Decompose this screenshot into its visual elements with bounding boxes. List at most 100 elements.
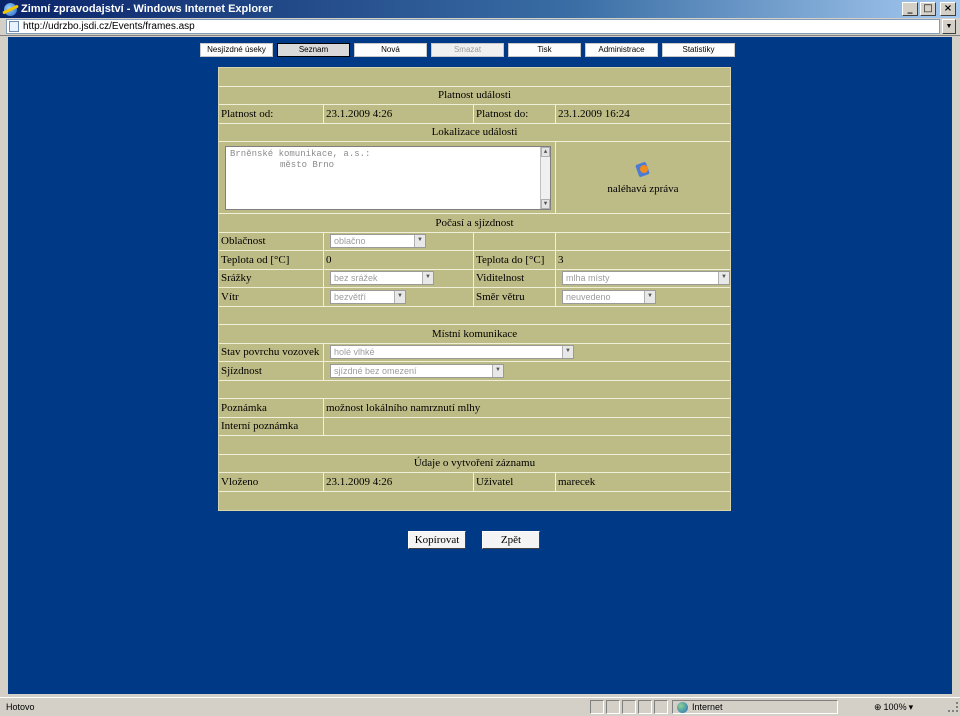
- chevron-down-icon[interactable]: ▼: [492, 364, 503, 377]
- section-header-validity: Platnost události: [219, 87, 730, 105]
- cloud-cell: oblačno ▼: [324, 232, 474, 250]
- valid-to-value: 23.1.2009 16:24: [558, 107, 630, 120]
- zoom-icon: ⊕: [874, 701, 882, 712]
- resize-grip-icon[interactable]: [948, 702, 958, 712]
- address-input[interactable]: http://udrzbo.jsdi.cz/Events/frames.asp: [6, 19, 940, 34]
- chevron-down-icon[interactable]: ▼: [414, 235, 425, 248]
- nav-new[interactable]: Nová: [354, 43, 427, 57]
- cloud-select[interactable]: oblačno ▼: [330, 234, 426, 249]
- globe-icon: [677, 701, 688, 713]
- created-value: 23.1.2009 4:26: [324, 473, 474, 491]
- chevron-down-icon[interactable]: ▼: [718, 272, 729, 285]
- status-text: Hotovo: [6, 702, 35, 712]
- window-titlebar: Zimní zpravodajství - Windows Internet E…: [0, 0, 960, 18]
- note-value: možnost lokálního namrznutí mlhy: [326, 401, 481, 414]
- urgent-message-cell[interactable]: naléhavá zpráva: [555, 142, 730, 213]
- address-dropdown-button[interactable]: ▼: [942, 19, 956, 34]
- status-segment: [638, 700, 652, 714]
- surface-select-value: holé vlhké: [334, 347, 375, 358]
- location-scrollbar[interactable]: ▲ ▼: [540, 147, 550, 209]
- back-button[interactable]: Zpět: [482, 531, 540, 549]
- section-header-record: Údaje o vytvoření záznamu: [219, 455, 730, 473]
- passability-select[interactable]: sjízdné bez omezení ▼: [330, 363, 504, 378]
- scroll-down-icon[interactable]: ▼: [541, 199, 550, 209]
- visibility-label: Viditelnost: [474, 269, 556, 287]
- window-title: Zimní zpravodajství - Windows Internet E…: [21, 3, 273, 15]
- location-textarea[interactable]: Brněnské komunikace, a.s.: město Brno ▲ …: [225, 146, 551, 210]
- copy-button[interactable]: Kopírovat: [408, 531, 466, 549]
- nav-statistics[interactable]: Statistiky: [662, 43, 735, 57]
- wind-row: Vítr bezvětří ▼ Směr větru neuvedeno ▼: [219, 288, 730, 307]
- chevron-down-icon[interactable]: ▼: [422, 272, 433, 285]
- wind-select[interactable]: bezvětří ▼: [330, 289, 406, 304]
- page-viewport: Nesjízdné úseky Seznam Nová Smazat Tisk …: [8, 37, 952, 694]
- action-buttons: Kopírovat Zpět: [408, 531, 540, 549]
- scroll-up-icon[interactable]: ▲: [541, 147, 550, 157]
- visibility-cell: mlha místy ▼: [556, 270, 730, 288]
- surface-select[interactable]: holé vlhké ▼: [330, 345, 574, 360]
- surface-cell: holé vlhké ▼: [324, 344, 730, 362]
- spacer-row: [219, 68, 730, 87]
- section-header-weather: Počasí a sjízdnost: [219, 214, 730, 233]
- nav-impassable-sections[interactable]: Nesjízdné úseky: [200, 43, 273, 57]
- surface-label: Stav povrchu vozovek: [219, 343, 324, 361]
- page-icon: [9, 21, 19, 32]
- location-row: Brněnské komunikace, a.s.: město Brno ▲ …: [219, 142, 730, 214]
- status-segment: [622, 700, 636, 714]
- visibility-select[interactable]: mlha místy ▼: [562, 271, 730, 286]
- nav-list[interactable]: Seznam: [277, 43, 350, 57]
- internet-explorer-icon: [4, 2, 17, 16]
- wind-direction-cell: neuvedeno ▼: [556, 288, 730, 306]
- zone-label: Internet: [692, 702, 723, 712]
- nav-delete: Smazat: [431, 43, 504, 57]
- chevron-down-icon[interactable]: ▼: [562, 346, 573, 359]
- record-row: Vloženo 23.1.2009 4:26 Uživatel marecek: [219, 473, 730, 492]
- internal-note-label: Interní poznámka: [219, 417, 324, 435]
- precip-cell: bez srážek ▼: [324, 269, 474, 287]
- internal-note-row: Interní poznámka: [219, 417, 730, 436]
- wind-cell: bezvětří ▼: [324, 288, 474, 306]
- close-button[interactable]: ×: [940, 2, 956, 16]
- zoom-dropdown-icon[interactable]: ▾: [909, 702, 914, 713]
- wind-direction-label: Směr větru: [474, 288, 556, 306]
- zoom-control[interactable]: ⊕ 100% ▾: [874, 702, 944, 713]
- note-label: Poznámka: [219, 399, 324, 417]
- status-bar: Hotovo Internet ⊕ 100% ▾: [0, 697, 960, 716]
- spacer-row: [219, 307, 730, 325]
- spacer-row: [219, 381, 730, 399]
- top-navigation: Nesjízdné úseky Seznam Nová Smazat Tisk …: [200, 43, 735, 57]
- temp-to-label: Teplota do [°C]: [474, 251, 556, 269]
- precip-label: Srážky: [219, 269, 324, 287]
- visibility-select-value: mlha místy: [566, 273, 610, 284]
- nav-administration[interactable]: Administrace: [585, 43, 658, 57]
- wind-direction-select[interactable]: neuvedeno ▼: [562, 289, 656, 304]
- passability-select-value: sjízdné bez omezení: [334, 365, 417, 376]
- location-line-1: Brněnské komunikace, a.s.:: [230, 149, 371, 159]
- precip-select-value: bez srážek: [334, 273, 378, 284]
- section-header-location: Lokalizace události: [219, 124, 730, 142]
- precip-select[interactable]: bez srážek ▼: [330, 271, 434, 286]
- address-url: http://udrzbo.jsdi.cz/Events/frames.asp: [23, 21, 195, 32]
- urgent-message-label: naléhavá zpráva: [607, 182, 679, 195]
- security-zone[interactable]: Internet: [672, 700, 838, 714]
- window-controls: _ □ ×: [902, 2, 956, 16]
- temp-to-value: 3: [558, 253, 564, 266]
- user-value: marecek: [558, 475, 596, 488]
- cloud-select-value: oblačno: [334, 236, 366, 247]
- chevron-down-icon[interactable]: ▼: [394, 290, 405, 303]
- temp-from-value: 0: [324, 251, 474, 269]
- cloud-row: Oblačnost oblačno ▼: [219, 232, 730, 251]
- chevron-down-icon[interactable]: ▼: [644, 290, 655, 303]
- urgent-message-icon[interactable]: [634, 161, 652, 179]
- nav-print[interactable]: Tisk: [508, 43, 581, 57]
- internal-note-value: [324, 418, 730, 436]
- valid-to-label: Platnost do:: [474, 105, 556, 123]
- empty-cell: [474, 232, 556, 250]
- precip-row: Srážky bez srážek ▼ Viditelnost mlha mís…: [219, 269, 730, 288]
- maximize-button[interactable]: □: [920, 2, 936, 16]
- note-row: Poznámka možnost lokálního namrznutí mlh…: [219, 399, 730, 418]
- location-line-2: město Brno: [280, 160, 335, 170]
- minimize-button[interactable]: _: [902, 2, 918, 16]
- validity-row: Platnost od: 23.1.2009 4:26 Platnost do:…: [219, 105, 730, 124]
- address-bar: http://udrzbo.jsdi.cz/Events/frames.asp …: [0, 18, 960, 36]
